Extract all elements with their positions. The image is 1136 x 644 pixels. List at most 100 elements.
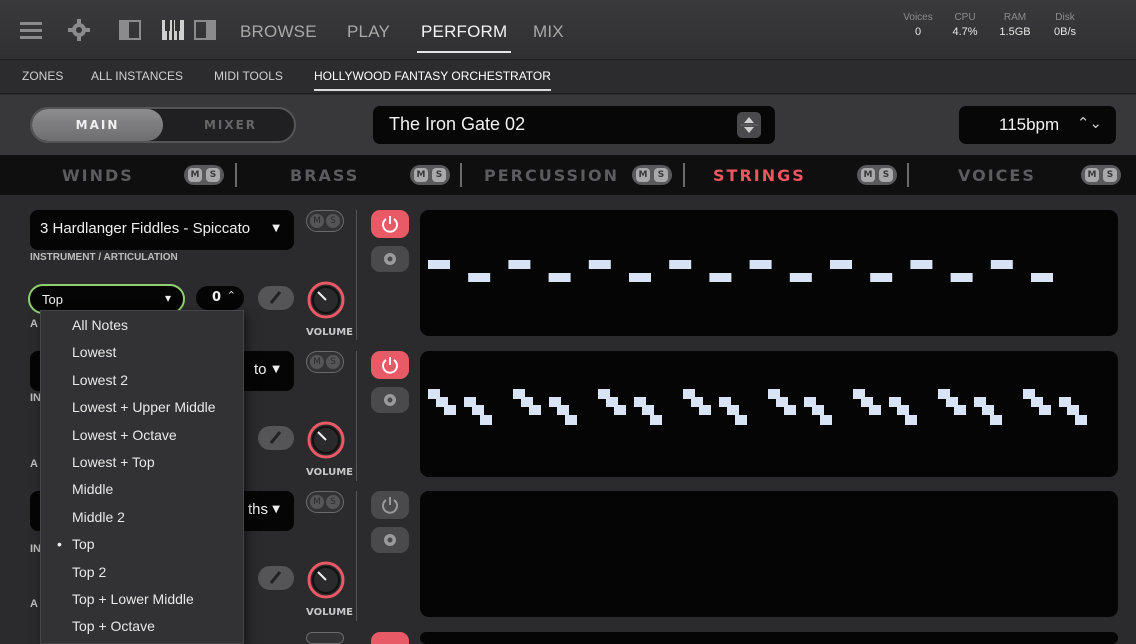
- sub-tab-bar: ZONES ALL INSTANCES MIDI TOOLS HOLLYWOOD…: [0, 60, 1136, 94]
- pattern-note: [869, 405, 881, 415]
- row2-edit-button[interactable]: [258, 426, 294, 450]
- row1-solo-button[interactable]: S: [326, 214, 340, 228]
- percussion-mute-button[interactable]: M: [636, 168, 650, 182]
- main-mode-button[interactable]: MAIN: [32, 109, 163, 141]
- subtab-all-instances[interactable]: ALL INSTANCES: [91, 69, 183, 83]
- voices-solo-button[interactable]: S: [1103, 168, 1117, 182]
- pattern-display-1[interactable]: [420, 210, 1118, 336]
- chevron-down-icon: ▼: [272, 504, 280, 515]
- menu-item-option[interactable]: Top + Lower Middle: [72, 591, 194, 607]
- tab-play[interactable]: PLAY: [347, 22, 390, 42]
- row3-edit-button[interactable]: [258, 566, 294, 590]
- voices-mute-button[interactable]: M: [1085, 168, 1099, 182]
- pattern-note: [950, 273, 973, 282]
- gear-icon[interactable]: [66, 18, 92, 42]
- row-divider-line: [356, 351, 357, 481]
- row3-mute-button[interactable]: M: [310, 495, 324, 509]
- tab-browse[interactable]: BROWSE: [240, 22, 317, 42]
- row2-settings-button[interactable]: [371, 387, 409, 413]
- row4-power-button[interactable]: [371, 632, 409, 644]
- power-icon: [382, 216, 398, 233]
- section-voices[interactable]: VOICES: [958, 166, 1036, 185]
- menu-item-option[interactable]: Lowest + Top: [72, 454, 155, 470]
- subtab-hollywood-fantasy-orchestrator[interactable]: HOLLYWOOD FANTASY ORCHESTRATOR: [314, 69, 551, 91]
- stat-ram-label: RAM: [1003, 12, 1027, 23]
- menu-item-option[interactable]: Lowest 2: [72, 372, 128, 388]
- instrument-name: 3 Hardlanger Fiddles - Spiccato: [40, 220, 251, 237]
- stat-voices-label: Voices: [903, 12, 933, 23]
- pattern-note: [444, 405, 456, 415]
- subtab-midi-tools[interactable]: MIDI TOOLS: [214, 69, 283, 83]
- pattern-note: [954, 405, 966, 415]
- section-winds[interactable]: WINDS: [62, 166, 134, 185]
- row1-settings-button[interactable]: [371, 246, 409, 272]
- tempo-field[interactable]: 115bpm ⌃⌄: [959, 106, 1116, 144]
- volume-label: VOLUME: [306, 327, 353, 338]
- menu-item-option[interactable]: Lowest: [72, 344, 116, 360]
- percussion-solo-button[interactable]: S: [654, 168, 668, 182]
- strings-solo-button[interactable]: S: [879, 168, 893, 182]
- keyboard-icon[interactable]: [160, 18, 186, 42]
- arp-value-stepper[interactable]: 0 ⌃: [196, 286, 244, 310]
- menu-item-option[interactable]: Top + Octave: [72, 618, 155, 634]
- pattern-note: [830, 260, 852, 269]
- row-divider-line: [356, 491, 357, 621]
- row2-solo-button[interactable]: S: [326, 355, 340, 369]
- row2-power-button[interactable]: [371, 351, 409, 379]
- preset-spinner-icon[interactable]: [737, 112, 761, 138]
- section-brass[interactable]: BRASS: [290, 166, 359, 185]
- menu-item-option[interactable]: Middle 2: [72, 509, 125, 525]
- row2-mute-button[interactable]: M: [310, 355, 324, 369]
- menu-item-option[interactable]: Lowest + Octave: [72, 427, 177, 443]
- subtab-zones[interactable]: ZONES: [22, 69, 63, 83]
- tempo-stepper-icon[interactable]: ⌃⌄: [1077, 114, 1102, 132]
- row3-settings-button[interactable]: [371, 527, 409, 553]
- menu-icon[interactable]: [18, 18, 44, 42]
- tab-mix[interactable]: MIX: [533, 22, 564, 42]
- row1-mute-button[interactable]: M: [310, 214, 324, 228]
- winds-mute-button[interactable]: M: [188, 168, 202, 182]
- row1-power-button[interactable]: [371, 210, 409, 238]
- pattern-note: [709, 273, 732, 282]
- row1-edit-button[interactable]: [258, 286, 294, 310]
- menu-item-option[interactable]: Top 2: [72, 564, 106, 580]
- section-divider: [683, 163, 685, 187]
- right-panel-icon[interactable]: [193, 18, 217, 42]
- mixer-mode-button[interactable]: MIXER: [165, 109, 294, 141]
- brass-solo-button[interactable]: S: [432, 168, 446, 182]
- menu-item-option[interactable]: Top: [57, 536, 94, 552]
- tab-perform[interactable]: PERFORM: [416, 22, 512, 53]
- menu-item-option[interactable]: Lowest + Upper Middle: [72, 399, 216, 415]
- section-percussion[interactable]: PERCUSSION: [484, 166, 619, 185]
- menu-item-option[interactable]: All Notes: [72, 317, 128, 333]
- row3-volume-knob[interactable]: [306, 560, 346, 600]
- strings-mute-button[interactable]: M: [861, 168, 875, 182]
- pattern-note: [548, 273, 571, 282]
- stepper-icon[interactable]: ⌃: [227, 289, 236, 302]
- stat-disk-label: Disk: [1055, 12, 1075, 23]
- stat-disk: Disk 0B/s: [1040, 12, 1090, 38]
- pattern-note: [1067, 405, 1079, 415]
- preset-name: The Iron Gate 02: [389, 114, 526, 134]
- pattern-note: [905, 415, 917, 425]
- instrument-selector-1[interactable]: 3 Hardlanger Fiddles - Spiccato ▼: [30, 210, 294, 250]
- pattern-note: [897, 405, 909, 415]
- row2-volume-knob[interactable]: [306, 420, 346, 460]
- left-panel-icon[interactable]: [118, 18, 142, 42]
- pattern-display-3[interactable]: [420, 491, 1118, 617]
- voices-mute-solo: M S: [1081, 165, 1121, 185]
- pattern-notes-2: [428, 389, 1087, 425]
- pattern-display-4[interactable]: [420, 632, 1118, 644]
- row3-solo-button[interactable]: S: [326, 495, 340, 509]
- row4-mute-solo[interactable]: [306, 632, 344, 644]
- section-strings[interactable]: STRINGS: [713, 166, 806, 185]
- brass-mute-button[interactable]: M: [414, 168, 428, 182]
- preset-selector[interactable]: The Iron Gate 02: [373, 106, 775, 144]
- row3-power-button[interactable]: [371, 491, 409, 519]
- arp-label-partial: A: [30, 458, 38, 470]
- row1-volume-knob[interactable]: [306, 280, 346, 320]
- pattern-display-2[interactable]: [420, 351, 1118, 477]
- menu-item-option[interactable]: Middle: [72, 481, 113, 497]
- pattern-note: [1031, 273, 1053, 282]
- winds-solo-button[interactable]: S: [206, 168, 220, 182]
